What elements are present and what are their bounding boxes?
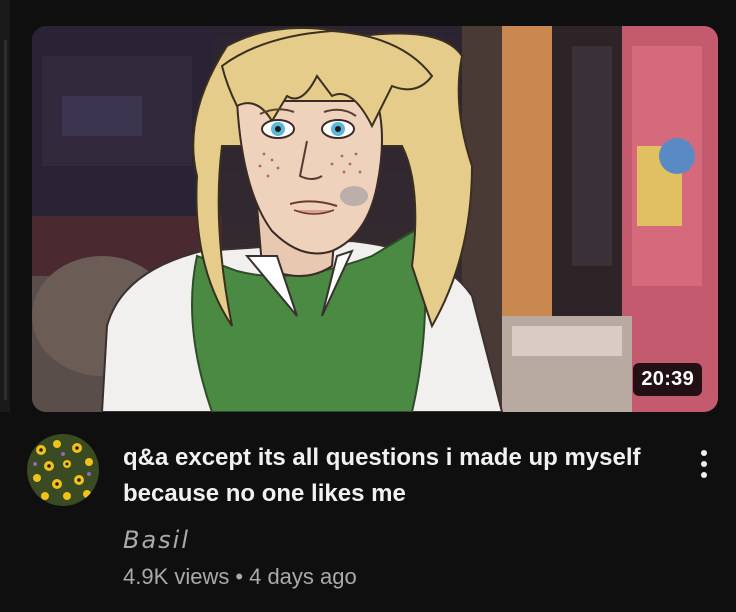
- menu-dot: [701, 450, 707, 456]
- video-stats: 4.9K views • 4 days ago: [123, 564, 357, 590]
- video-thumbnail[interactable]: 20:39: [32, 26, 718, 412]
- upload-age: 4 days ago: [249, 564, 357, 589]
- thumbnail-illustration: [32, 26, 718, 412]
- stats-separator: •: [235, 564, 244, 589]
- flowers-avatar-icon: [27, 434, 99, 506]
- menu-dot: [701, 461, 707, 467]
- video-title[interactable]: q&a except its all questions i made up m…: [123, 440, 643, 512]
- channel-avatar[interactable]: [27, 434, 99, 506]
- video-duration-badge: 20:39: [633, 363, 702, 396]
- menu-dot: [701, 472, 707, 478]
- channel-name[interactable]: Basil: [123, 526, 190, 554]
- previous-item-edge: [0, 0, 10, 412]
- video-metadata: q&a except its all questions i made up m…: [27, 434, 727, 604]
- view-count: 4.9K views: [123, 564, 230, 589]
- more-vert-icon[interactable]: [689, 442, 719, 486]
